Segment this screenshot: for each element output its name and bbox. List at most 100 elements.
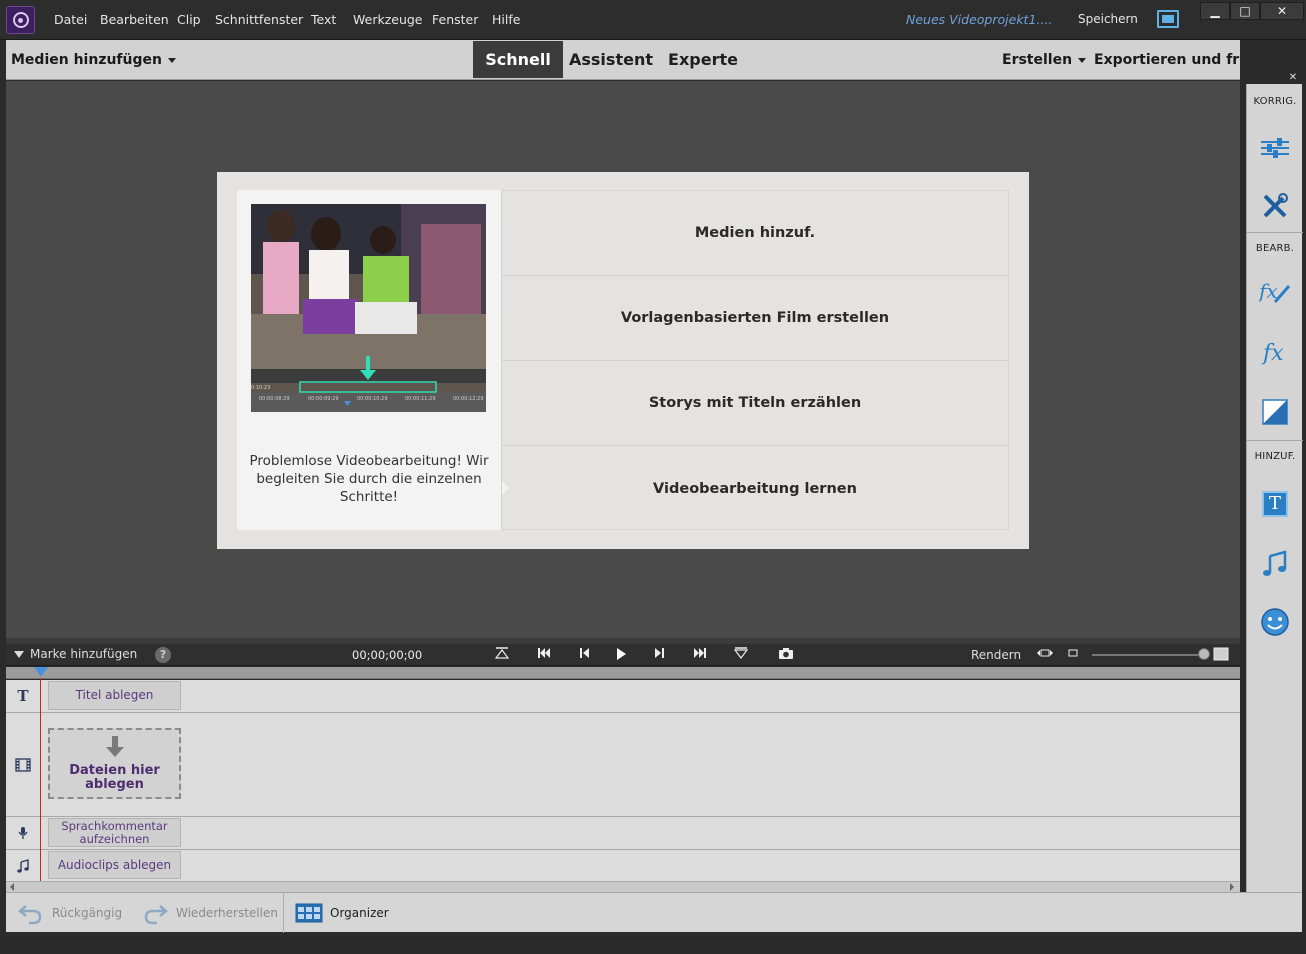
menu-text[interactable]: Text [311,12,336,27]
timeline-scrollbar[interactable] [6,881,1240,892]
welcome-card: 0:10:23 00:00:08:29 00:00:09:29 00:00:10… [217,172,1029,549]
media-drop-zone[interactable]: Dateien hier ablegen [48,728,181,799]
option-learn-editing[interactable]: Videobearbeitung lernen [502,446,1008,531]
menu-werkzeuge[interactable]: Werkzeuge [353,12,423,27]
play-icon[interactable] [612,647,630,663]
svg-text:fx: fx [1259,279,1278,303]
undo-button[interactable]: Rückgängig [18,893,122,933]
step-forward-icon[interactable] [650,647,668,663]
thumb-timecode: 00:00:11:29 [405,396,436,402]
add-media-label: Medien hinzufügen [11,52,162,68]
export-button[interactable]: Exportieren und freige [1094,52,1252,68]
audio-track: Audioclips ablegen [6,850,1240,881]
timecode-display[interactable]: 00;00;00;00 [352,648,422,662]
zoom-out-icon[interactable] [1064,647,1082,663]
narration-drop-slot[interactable]: Sprachkommentar aufzeichnen [48,818,181,847]
fx-icon[interactable]: fx [1257,334,1293,370]
bottom-divider [283,893,284,933]
panel-divider [1247,232,1303,233]
tools-icon[interactable] [1257,188,1293,224]
triangle-down-icon [14,651,24,658]
fit-timeline-icon[interactable] [1036,647,1054,663]
thumb-timecode: 00:00:10:29 [357,396,388,402]
step-back-icon[interactable] [576,647,594,663]
timeline-tracks: T Titel ablegen Dateien hier ablegen Spr… [6,680,1240,881]
menu-fenster[interactable]: Fenster [432,12,478,27]
title-glyph: T [1262,491,1288,517]
tab-assistent[interactable]: Assistent [567,41,655,78]
panel-divider [1247,440,1303,441]
create-label: Erstellen [1002,52,1073,68]
render-button[interactable]: Rendern [971,648,1021,662]
go-to-end-icon[interactable] [732,647,750,663]
music-icon[interactable] [1257,546,1293,582]
scroll-left-icon[interactable] [8,882,16,892]
playhead-handle[interactable] [34,667,48,677]
menu-schnittfenster[interactable]: Schnittfenster [215,12,303,27]
text-icon: T [17,687,29,705]
option-add-media[interactable]: Medien hinzuf. [502,191,1008,276]
option-title-stories[interactable]: Storys mit Titeln erzählen [502,361,1008,446]
organizer-button[interactable]: Organizer [295,893,389,933]
add-marker-button[interactable]: Marke hinzufügen [14,647,137,661]
close-button[interactable]: ✕ [1260,2,1304,20]
narration-track: Sprachkommentar aufzeichnen [6,817,1240,850]
zoom-slider[interactable] [1092,654,1210,656]
menubar: Datei Bearbeiten Clip Schnittfenster Tex… [0,0,1306,40]
camera-icon[interactable] [777,647,795,663]
thumb-timecode: 00:00:09:29 [308,396,339,402]
redo-button[interactable]: Wiederherstellen [142,893,278,933]
save-button[interactable]: Speichern [1078,12,1138,26]
menu-bearbeiten[interactable]: Bearbeiten [100,12,169,27]
previous-edit-icon[interactable] [535,647,553,663]
minimize-button[interactable]: ▁ [1200,2,1230,20]
thumb-timecode: 0:10:23 [251,385,270,391]
fx-edit-icon[interactable]: fx [1257,274,1293,310]
bottom-bar: Rückgängig Wiederherstellen Organizer [6,892,1302,933]
add-media-button[interactable]: Medien hinzufügen [11,52,176,68]
graphics-icon[interactable] [1257,604,1293,640]
create-button[interactable]: Erstellen [1002,52,1087,68]
help-icon[interactable]: ? [155,647,171,663]
microphone-icon [6,817,40,849]
redo-label: Wiederherstellen [176,906,278,920]
mode-toolbar: Medien hinzufügen Schnell Assistent Expe… [6,40,1252,80]
project-title[interactable]: Neues Videoprojekt1.... [906,12,1052,27]
transition-icon[interactable] [1257,394,1293,430]
organizer-icon [295,903,323,923]
go-to-start-icon[interactable] [493,647,511,663]
tab-experte[interactable]: Experte [663,41,743,78]
welcome-description: Problemlose Videobearbeitung! Wir beglei… [249,453,489,505]
undo-icon [18,905,42,925]
timeline-toolbar: Marke hinzufügen ? 00;00;00;00 Rendern [6,644,1240,666]
playhead-line [40,678,41,881]
welcome-intro: 0:10:23 00:00:08:29 00:00:09:29 00:00:10… [237,190,501,530]
music-note-icon [6,850,40,881]
title-icon[interactable]: T [1257,486,1293,522]
adjust-icon[interactable] [1257,130,1293,166]
scroll-right-icon[interactable] [1228,882,1236,892]
tab-schnell[interactable]: Schnell [473,41,563,78]
fullscreen-icon[interactable] [1157,10,1179,28]
add-marker-label: Marke hinzufügen [30,647,138,661]
undo-label: Rückgängig [52,906,123,920]
redo-icon [144,905,168,925]
action-bar: KORRIG. BEARB. fx fx HINZUF. T [1246,84,1303,892]
option-template-movie[interactable]: Vorlagenbasierten Film erstellen [502,276,1008,361]
zoom-in-icon[interactable] [1212,647,1230,663]
title-track: T Titel ablegen [6,680,1240,713]
maximize-button[interactable]: □ [1230,2,1260,20]
timeline-ruler[interactable] [6,667,1240,679]
next-edit-icon[interactable] [691,647,709,663]
menu-hilfe[interactable]: Hilfe [492,12,520,27]
menu-clip[interactable]: Clip [177,12,201,27]
menu-datei[interactable]: Datei [54,12,87,27]
section-korrig: KORRIG. [1253,96,1297,107]
film-icon [6,713,40,816]
close-icon[interactable]: ✕ [1283,73,1303,83]
svg-text:fx: fx [1261,341,1284,366]
title-drop-slot[interactable]: Titel ablegen [48,681,181,710]
app-logo[interactable] [6,6,35,34]
zoom-slider-handle[interactable] [1198,648,1210,660]
audio-drop-slot[interactable]: Audioclips ablegen [48,851,181,879]
